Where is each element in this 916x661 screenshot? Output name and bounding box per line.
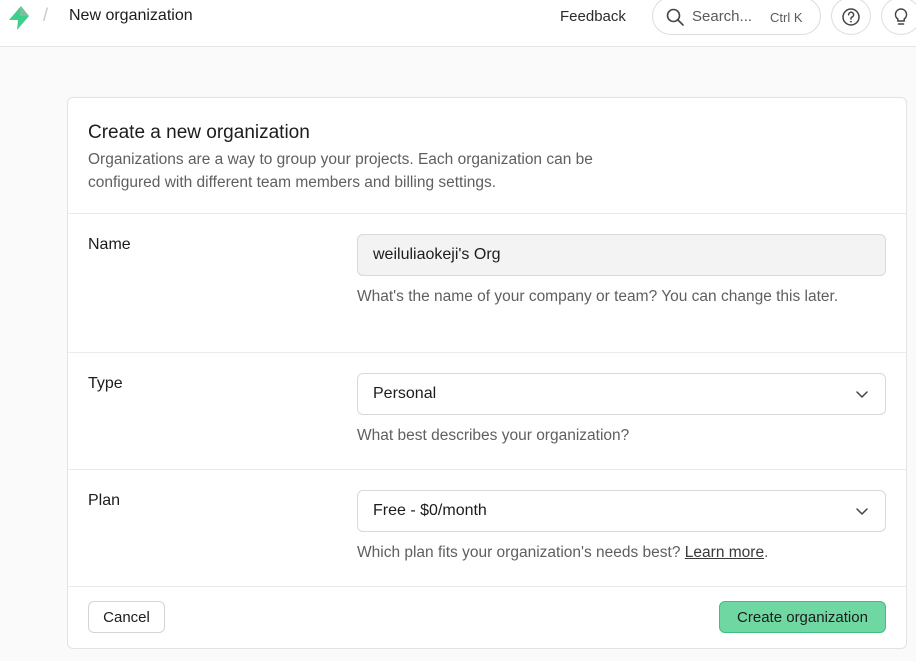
type-row: Type Personal What best describes your o… xyxy=(68,353,906,470)
page-title: New organization xyxy=(69,7,193,24)
cancel-button[interactable]: Cancel xyxy=(88,601,165,633)
chevron-down-icon xyxy=(856,391,868,398)
learn-more-link[interactable]: Learn more xyxy=(685,544,764,561)
search-icon xyxy=(666,8,684,26)
plan-help-suffix: . xyxy=(764,544,769,561)
top-bar: / New organization Feedback Search... Ct… xyxy=(0,0,916,47)
type-help-text: What best describes your organization? xyxy=(357,427,630,444)
card-title: Create a new organization xyxy=(88,122,310,143)
name-help-text: What's the name of your company or team?… xyxy=(357,288,839,305)
card-description: Organizations are a way to group your pr… xyxy=(88,151,593,191)
name-label: Name xyxy=(88,236,131,253)
whats-new-button[interactable] xyxy=(881,0,916,35)
lightbulb-icon xyxy=(894,8,908,25)
plan-row: Plan Free - $0/month Which plan fits you… xyxy=(68,470,906,587)
name-input[interactable] xyxy=(357,234,886,276)
plan-label: Plan xyxy=(88,492,121,509)
create-organization-button[interactable]: Create organization xyxy=(719,601,886,633)
plan-help-text: Which plan fits your organization's need… xyxy=(357,541,877,564)
plan-select-value: Free - $0/month xyxy=(373,502,487,519)
help-button[interactable] xyxy=(831,0,871,35)
plan-help-question: Which plan fits your organization's need… xyxy=(357,544,681,561)
create-organization-card: Create a new organization Organizations … xyxy=(67,97,907,649)
plan-select[interactable]: Free - $0/month xyxy=(357,490,886,532)
type-label: Type xyxy=(88,375,123,392)
search-label: Search... xyxy=(692,8,753,25)
card-footer: Cancel Create organization xyxy=(68,587,906,648)
help-icon xyxy=(842,8,860,26)
type-select[interactable]: Personal xyxy=(357,373,886,415)
name-row: Name What's the name of your company or … xyxy=(68,214,906,353)
search-button[interactable]: Search... Ctrl K xyxy=(652,0,821,35)
search-shortcut: Ctrl K xyxy=(770,10,803,25)
feedback-button[interactable]: Feedback xyxy=(552,3,634,31)
chevron-down-icon xyxy=(856,508,868,515)
supabase-logo[interactable] xyxy=(6,5,32,31)
type-select-value: Personal xyxy=(373,385,437,402)
breadcrumb-separator: / xyxy=(43,5,49,25)
card-header: Create a new organization Organizations … xyxy=(68,98,906,214)
